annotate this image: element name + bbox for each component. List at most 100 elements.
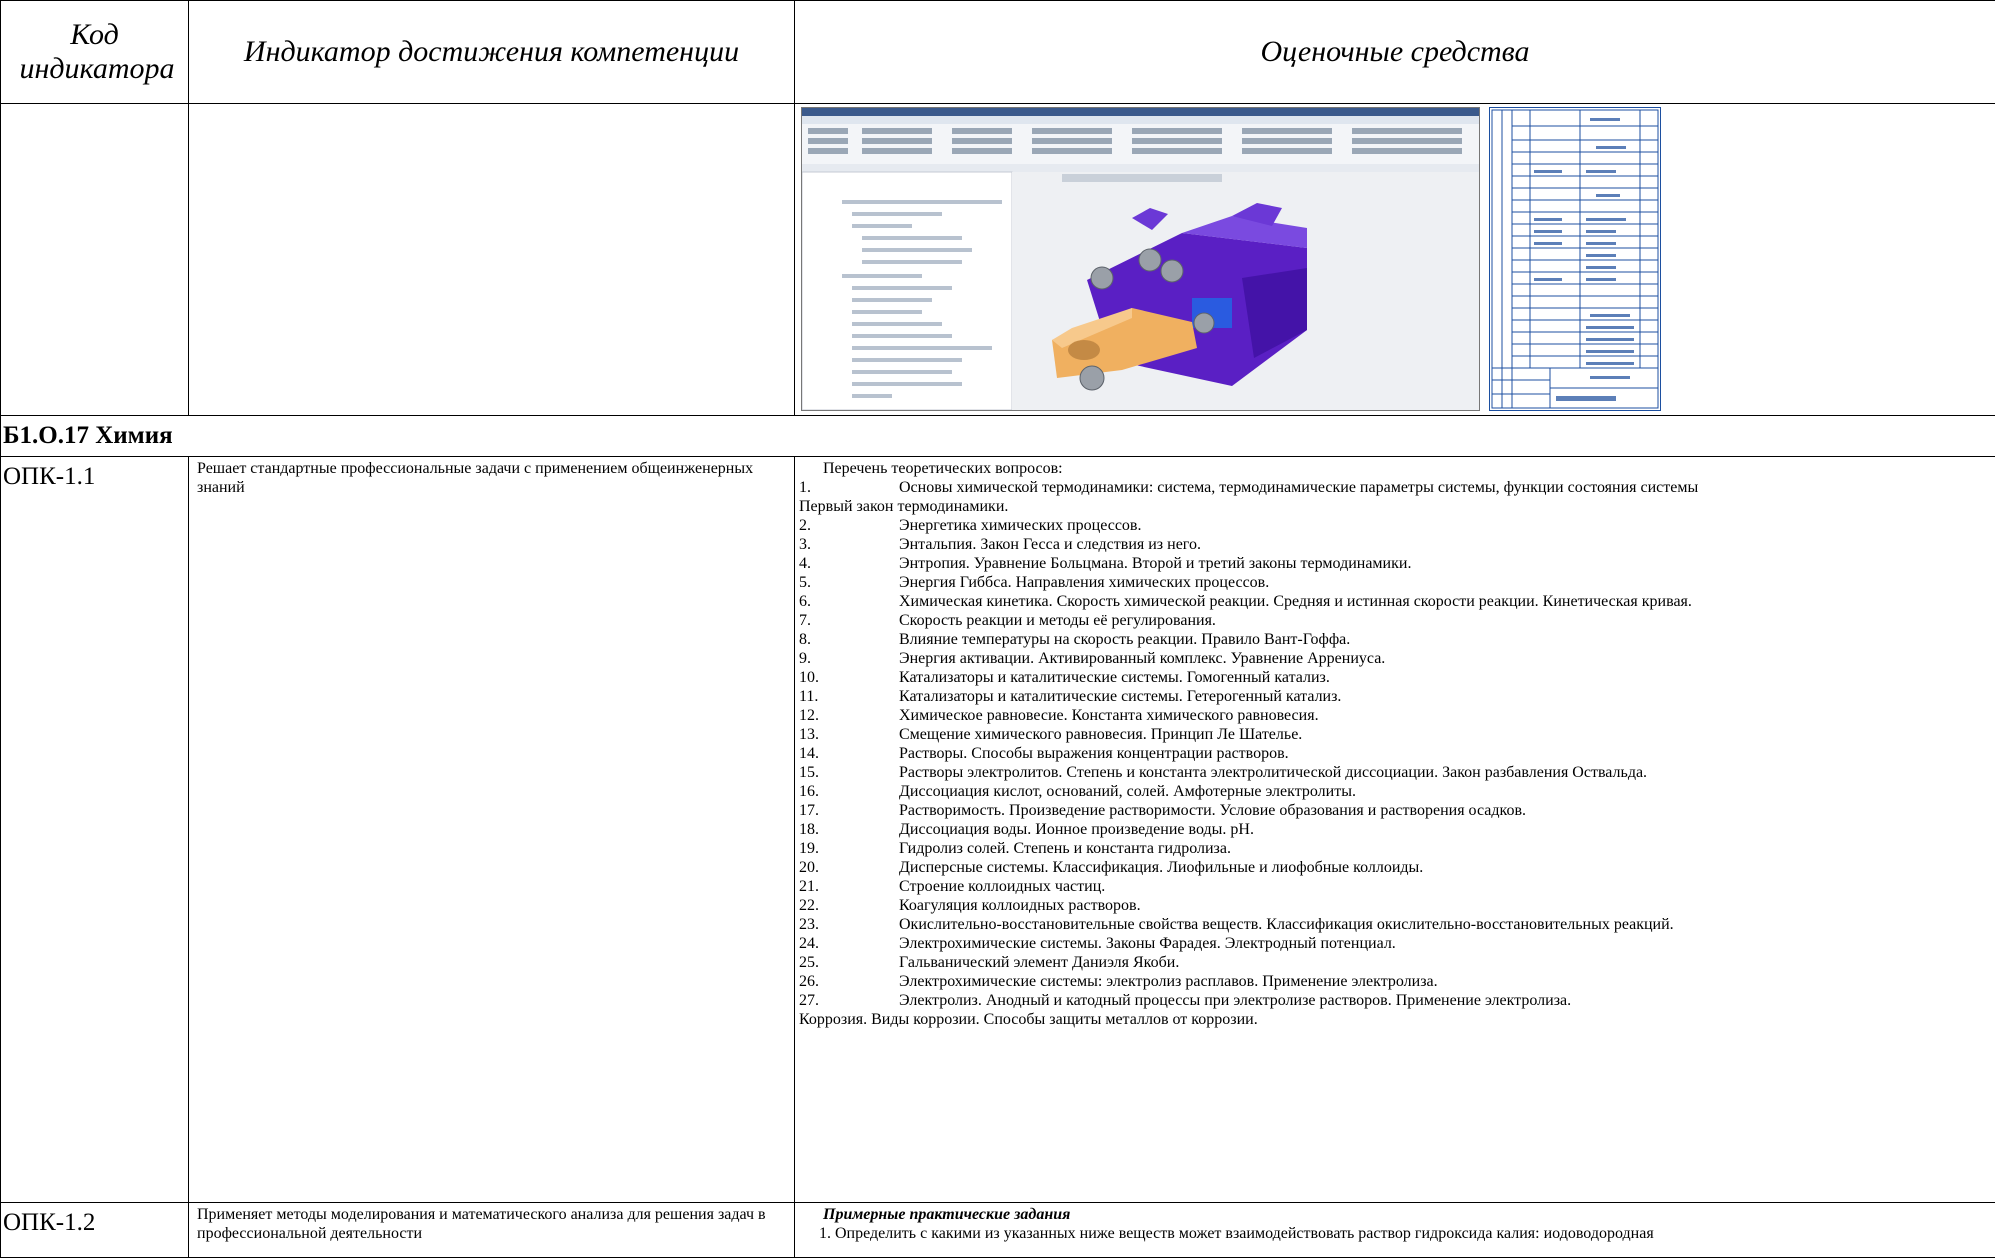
question-number: 5. <box>799 573 899 592</box>
question-text: Строение коллоидных частиц. <box>899 878 1105 895</box>
indicator-code-cell: ОПК-1.1 <box>1 457 189 1203</box>
question-text: Энтальпия. Закон Гесса и следствия из не… <box>899 536 1201 553</box>
header-code-label: Код индикатора <box>20 18 170 86</box>
question-item: 10.Катализаторы и каталитические системы… <box>799 668 1991 687</box>
question-item: 4.Энтропия. Уравнение Больцмана. Второй … <box>799 554 1991 573</box>
question-number: 22. <box>799 896 899 915</box>
question-item: 20.Дисперсные системы. Классификация. Ли… <box>799 858 1991 877</box>
image-row-indicator-cell <box>189 104 795 416</box>
table-header-row: Код индикатора Индикатор достижения комп… <box>1 1 1995 104</box>
question-item: 9.Энергия активации. Активированный комп… <box>799 649 1991 668</box>
indicator-code: ОПК-1.2 <box>3 1209 95 1236</box>
question-item: 11.Катализаторы и каталитические системы… <box>799 687 1991 706</box>
question-number: 19. <box>799 839 899 858</box>
question-number: 6. <box>799 592 899 611</box>
questions-intro: Перечень теоретических вопросов: <box>799 459 1991 478</box>
question-number: 12. <box>799 706 899 725</box>
question-text: Скорость реакции и методы её регулирован… <box>899 612 1216 629</box>
indicator-text-cell: Решает стандартные профессиональные зада… <box>189 457 795 1203</box>
section-row: Б1.О.17 Химия <box>1 416 1995 457</box>
question-text: Влияние температуры на скорость реакции.… <box>899 631 1350 648</box>
question-item: 12.Химическое равновесие. Константа хими… <box>799 706 1991 725</box>
question-item: 1.Основы химической термодинамики: систе… <box>799 478 1991 497</box>
question-list: 2.Энергетика химических процессов.3.Энта… <box>799 516 1991 1010</box>
question-item: 22.Коагуляция коллоидных растворов. <box>799 896 1991 915</box>
question-item: 7.Скорость реакции и методы её регулиров… <box>799 611 1991 630</box>
question-item: 18.Диссоциация воды. Ионное произведение… <box>799 820 1991 839</box>
question-item: 8.Влияние температуры на скорость реакци… <box>799 630 1991 649</box>
evaluation-cell: Примерные практические задания 1. Опреде… <box>795 1203 1995 1258</box>
question-text: Энергия Гиббса. Направления химических п… <box>899 574 1269 591</box>
question-number: 4. <box>799 554 899 573</box>
question-text: Растворимость. Произведение растворимост… <box>899 802 1526 819</box>
question-text: Катализаторы и каталитические системы. Г… <box>899 688 1341 705</box>
header-indicator-cell: Индикатор достижения компетенции <box>189 1 795 104</box>
question-text: Химическое равновесие. Константа химичес… <box>899 707 1319 724</box>
question-number: 16. <box>799 782 899 801</box>
question-item: 16.Диссоциация кислот, оснований, солей.… <box>799 782 1991 801</box>
image-row-eval-cell <box>795 104 1995 416</box>
question-text: Химическая кинетика. Скорость химической… <box>899 593 1692 610</box>
question-item: 5.Энергия Гиббса. Направления химических… <box>799 573 1991 592</box>
indicator-code-cell: ОПК-1.2 <box>1 1203 189 1258</box>
question-text: Электрохимические системы. Законы Фараде… <box>899 935 1396 952</box>
question-item: 13.Смещение химического равновесия. Прин… <box>799 725 1991 744</box>
question-text: Гальванический элемент Даниэля Якоби. <box>899 954 1179 971</box>
image-row-code-cell <box>1 104 189 416</box>
cad-screenshot-image <box>801 107 1480 411</box>
question-number: 8. <box>799 630 899 649</box>
question-text: Катализаторы и каталитические системы. Г… <box>899 669 1330 686</box>
header-code-cell: Код индикатора <box>1 1 189 104</box>
practical-task-item: 1. Определить с какими из указанных ниже… <box>799 1224 1991 1243</box>
question-number: 20. <box>799 858 899 877</box>
question-text: Электролиз. Анодный и катодный процессы … <box>899 992 1571 1009</box>
question-text: Смещение химического равновесия. Принцип… <box>899 726 1302 743</box>
question-item: 23.Окислительно-восстановительные свойст… <box>799 915 1991 934</box>
question-text: Энергетика химических процессов. <box>899 517 1141 534</box>
question-text: Диссоциация воды. Ионное произведение во… <box>899 821 1254 838</box>
question-item: 3.Энтальпия. Закон Гесса и следствия из … <box>799 535 1991 554</box>
question-item: 14.Растворы. Способы выражения концентра… <box>799 744 1991 763</box>
header-eval-label: Оценочные средства <box>1260 35 1529 68</box>
cad-screenshot-illustration <box>802 108 1479 410</box>
table-row: ОПК-1.1 Решает стандартные профессиональ… <box>1 457 1995 1203</box>
question-item: 26.Электрохимические системы: электролиз… <box>799 972 1991 991</box>
section-cell: Б1.О.17 Химия <box>1 416 1995 457</box>
question-continuation: Коррозия. Виды коррозии. Способы защиты … <box>799 1010 1991 1029</box>
specification-sheet-image <box>1489 107 1661 411</box>
question-item: 25.Гальванический элемент Даниэля Якоби. <box>799 953 1991 972</box>
question-number: 14. <box>799 744 899 763</box>
question-item: 21.Строение коллоидных частиц. <box>799 877 1991 896</box>
question-item: 2.Энергетика химических процессов. <box>799 516 1991 535</box>
question-item: 6.Химическая кинетика. Скорость химическ… <box>799 592 1991 611</box>
question-number: 1. <box>799 478 899 497</box>
question-text: Энергия активации. Активированный компле… <box>899 650 1385 667</box>
question-number: 3. <box>799 535 899 554</box>
question-item: 17.Растворимость. Произведение растворим… <box>799 801 1991 820</box>
question-text: Растворы электролитов. Степень и констан… <box>899 764 1647 781</box>
section-title: Б1.О.17 Химия <box>3 422 173 449</box>
question-number: 24. <box>799 934 899 953</box>
question-text: Энтропия. Уравнение Больцмана. Второй и … <box>899 555 1411 572</box>
header-indicator-label: Индикатор достижения компетенции <box>244 35 739 68</box>
question-text: Растворы. Способы выражения концентрации… <box>899 745 1289 762</box>
question-number: 10. <box>799 668 899 687</box>
question-number: 9. <box>799 649 899 668</box>
header-eval-cell: Оценочные средства <box>795 1 1995 104</box>
competency-table: Код индикатора Индикатор достижения комп… <box>0 0 1995 1258</box>
table-row: ОПК-1.2 Применяет методы моделирования и… <box>1 1203 1995 1258</box>
indicator-text-cell: Применяет методы моделирования и математ… <box>189 1203 795 1258</box>
question-number: 27. <box>799 991 899 1010</box>
practical-tasks-title: Примерные практические задания <box>799 1205 1991 1224</box>
question-number: 26. <box>799 972 899 991</box>
question-text: Коагуляция коллоидных растворов. <box>899 897 1141 914</box>
specification-sheet-illustration <box>1490 108 1660 410</box>
question-item: 24.Электрохимические системы. Законы Фар… <box>799 934 1991 953</box>
question-text: Окислительно-восстановительные свойства … <box>899 916 1674 933</box>
question-text: Гидролиз солей. Степень и константа гидр… <box>899 840 1231 857</box>
question-item: 19.Гидролиз солей. Степень и константа г… <box>799 839 1991 858</box>
indicator-code: ОПК-1.1 <box>3 463 95 490</box>
question-number: 21. <box>799 877 899 896</box>
question-number: 13. <box>799 725 899 744</box>
question-text: Основы химической термодинамики: система… <box>899 479 1698 496</box>
